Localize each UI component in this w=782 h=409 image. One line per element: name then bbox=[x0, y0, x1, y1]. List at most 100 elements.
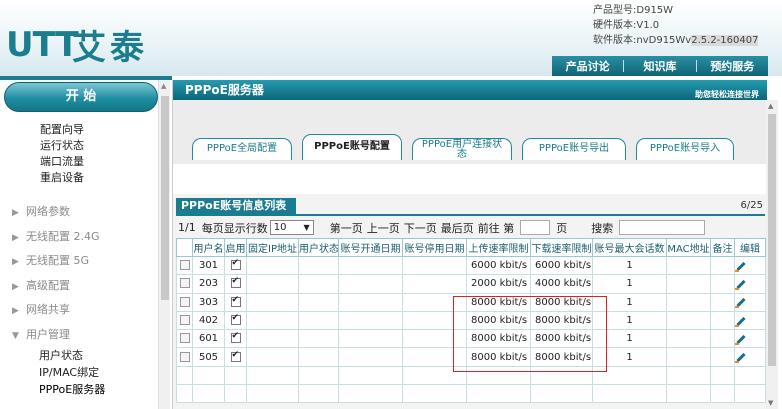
mac-cell bbox=[666, 347, 711, 367]
top-nav: 产品讨论 知识库 预约服务 bbox=[552, 56, 768, 76]
max-sessions-cell: 1 bbox=[592, 255, 667, 276]
enabled-cell[interactable] bbox=[224, 310, 247, 331]
scroll-up-icon[interactable]: ▲ bbox=[768, 102, 773, 110]
pagination-bar: 1/1 每页显示行数 10 ▼ 第一页 上一页 下一页 最后页 前往 第 页 搜索 bbox=[178, 219, 706, 236]
sidebar-scroll-thumb[interactable] bbox=[161, 96, 169, 300]
list-title: PPPoE账号信息列表 bbox=[176, 198, 297, 214]
scroll-up-icon[interactable]: ▲ bbox=[161, 82, 166, 90]
column-header[interactable]: 用户状态 bbox=[298, 238, 339, 257]
last-page-link[interactable]: 最后页 bbox=[441, 220, 474, 236]
empty-cell bbox=[298, 384, 339, 404]
sidebar-group-user-management[interactable]: ▼ 用户管理 bbox=[12, 323, 105, 348]
sidebar-group-network[interactable]: ▶ 网络参数 bbox=[12, 200, 105, 225]
sidebar-group-sharing[interactable]: ▶ 网络共享 bbox=[12, 298, 105, 323]
prev-page-link[interactable]: 上一页 bbox=[367, 220, 400, 236]
column-header[interactable]: 上传速率限制 bbox=[466, 238, 531, 257]
open-date-cell bbox=[338, 310, 403, 331]
sidebar-group-advanced[interactable]: ▶ 高级配置 bbox=[12, 274, 105, 299]
row-checkbox[interactable] bbox=[179, 278, 190, 289]
enabled-cell[interactable] bbox=[224, 347, 247, 367]
next-page-link[interactable]: 下一页 bbox=[404, 220, 437, 236]
first-page-link[interactable]: 第一页 bbox=[330, 220, 363, 236]
scroll-down-icon[interactable]: ▼ bbox=[768, 399, 773, 407]
per-page-select[interactable]: 10 ▼ bbox=[269, 220, 314, 235]
enabled-checkbox[interactable] bbox=[230, 350, 241, 362]
column-header[interactable]: 下载速率限制 bbox=[530, 238, 593, 257]
column-header[interactable]: 账号最大会话数 bbox=[592, 238, 667, 257]
row-select[interactable] bbox=[176, 347, 193, 367]
nav-knowledge-base[interactable]: 知识库 bbox=[624, 58, 695, 74]
empty-cell bbox=[710, 365, 735, 386]
edit-icon[interactable] bbox=[735, 278, 748, 290]
sidebar-scrollbar[interactable]: ▲ bbox=[158, 80, 170, 409]
edit-icon[interactable] bbox=[735, 260, 748, 272]
row-select[interactable] bbox=[176, 310, 193, 331]
row-checkbox[interactable] bbox=[179, 333, 190, 344]
row-select[interactable] bbox=[176, 329, 193, 349]
sidebar-item-reboot[interactable]: 重启设备 bbox=[12, 170, 84, 186]
enabled-checkbox[interactable] bbox=[230, 295, 241, 307]
edit-cell bbox=[734, 310, 766, 331]
enabled-cell[interactable] bbox=[224, 255, 247, 276]
empty-cell bbox=[192, 384, 225, 404]
column-header[interactable]: 账号开通日期 bbox=[338, 238, 403, 257]
main-scroll-thumb[interactable] bbox=[768, 114, 776, 366]
sidebar-item-user-status[interactable]: 用户状态 bbox=[12, 347, 105, 364]
max-sessions-cell: 1 bbox=[592, 274, 667, 294]
main-scrollbar[interactable]: ▲ ▼ bbox=[766, 100, 778, 409]
edit-cell bbox=[734, 255, 766, 276]
column-header[interactable]: 固定IP地址 bbox=[246, 238, 299, 257]
enabled-checkbox[interactable] bbox=[230, 313, 241, 326]
sidebar-group-wireless-5[interactable]: ▶ 无线配置 5G bbox=[12, 249, 105, 274]
row-checkbox[interactable] bbox=[179, 296, 190, 307]
tab-pppoe-connection-status[interactable]: PPPoE用户连接状态 bbox=[412, 138, 512, 160]
sidebar-group-wireless-24[interactable]: ▶ 无线配置 2.4G bbox=[12, 225, 105, 250]
enabled-checkbox[interactable] bbox=[230, 276, 241, 289]
column-header[interactable]: 用户名 bbox=[192, 238, 225, 257]
edit-cell bbox=[734, 274, 766, 294]
edit-cell bbox=[734, 347, 766, 367]
enabled-checkbox[interactable] bbox=[230, 331, 241, 344]
sidebar-item-ip-mac-binding[interactable]: IP/MAC绑定 bbox=[12, 364, 105, 381]
mac-cell bbox=[666, 292, 711, 312]
tab-pppoe-export[interactable]: PPPoE账号导出 bbox=[522, 138, 626, 160]
enabled-cell[interactable] bbox=[224, 329, 247, 349]
row-select[interactable] bbox=[176, 274, 193, 294]
open-date-cell bbox=[338, 274, 403, 294]
start-button[interactable]: 开 始 bbox=[4, 82, 158, 112]
sidebar-item-setup-wizard[interactable]: 配置向导 bbox=[12, 122, 84, 138]
row-checkbox[interactable] bbox=[179, 315, 190, 326]
column-header[interactable]: 账号停用日期 bbox=[402, 238, 467, 257]
column-header[interactable]: 备注 bbox=[710, 238, 735, 257]
tab-pppoe-accounts[interactable]: PPPoE账号配置 bbox=[302, 134, 402, 160]
enabled-checkbox[interactable] bbox=[230, 258, 241, 271]
row-checkbox[interactable] bbox=[179, 351, 190, 362]
fixed-ip-cell bbox=[246, 255, 299, 276]
sw-version-highlight: 2.5.2-160407 bbox=[691, 35, 759, 46]
sidebar-item-run-status[interactable]: 运行状态 bbox=[12, 138, 84, 154]
download-limit-cell: 6000 kbit/s bbox=[530, 255, 593, 276]
search-input[interactable] bbox=[619, 220, 706, 235]
tab-pppoe-global[interactable]: PPPoE全局配置 bbox=[192, 138, 292, 160]
edit-icon[interactable] bbox=[735, 351, 748, 364]
column-header: 编辑 bbox=[734, 238, 766, 257]
tab-pppoe-import[interactable]: PPPoE账号导入 bbox=[636, 138, 734, 160]
enabled-cell[interactable] bbox=[224, 292, 247, 312]
enabled-cell[interactable] bbox=[224, 274, 247, 294]
row-select[interactable] bbox=[176, 255, 193, 276]
edit-icon[interactable] bbox=[735, 296, 748, 309]
row-checkbox[interactable] bbox=[179, 260, 190, 271]
sidebar-item-port-traffic[interactable]: 端口流量 bbox=[12, 154, 84, 170]
mac-cell bbox=[666, 274, 711, 294]
goto-page-input[interactable] bbox=[520, 220, 551, 235]
edit-icon[interactable] bbox=[735, 333, 748, 345]
nav-product-discussion[interactable]: 产品讨论 bbox=[552, 58, 623, 74]
remark-cell bbox=[710, 255, 735, 276]
user-status-cell bbox=[298, 255, 339, 276]
nav-appointment-service[interactable]: 预约服务 bbox=[697, 58, 768, 74]
sidebar-item-pppoe-server[interactable]: PPPoE服务器 bbox=[12, 381, 105, 398]
row-select[interactable] bbox=[176, 292, 193, 312]
column-header[interactable]: 启用 bbox=[224, 238, 247, 257]
column-header[interactable]: MAC地址 bbox=[666, 238, 711, 257]
edit-icon[interactable] bbox=[735, 315, 748, 327]
